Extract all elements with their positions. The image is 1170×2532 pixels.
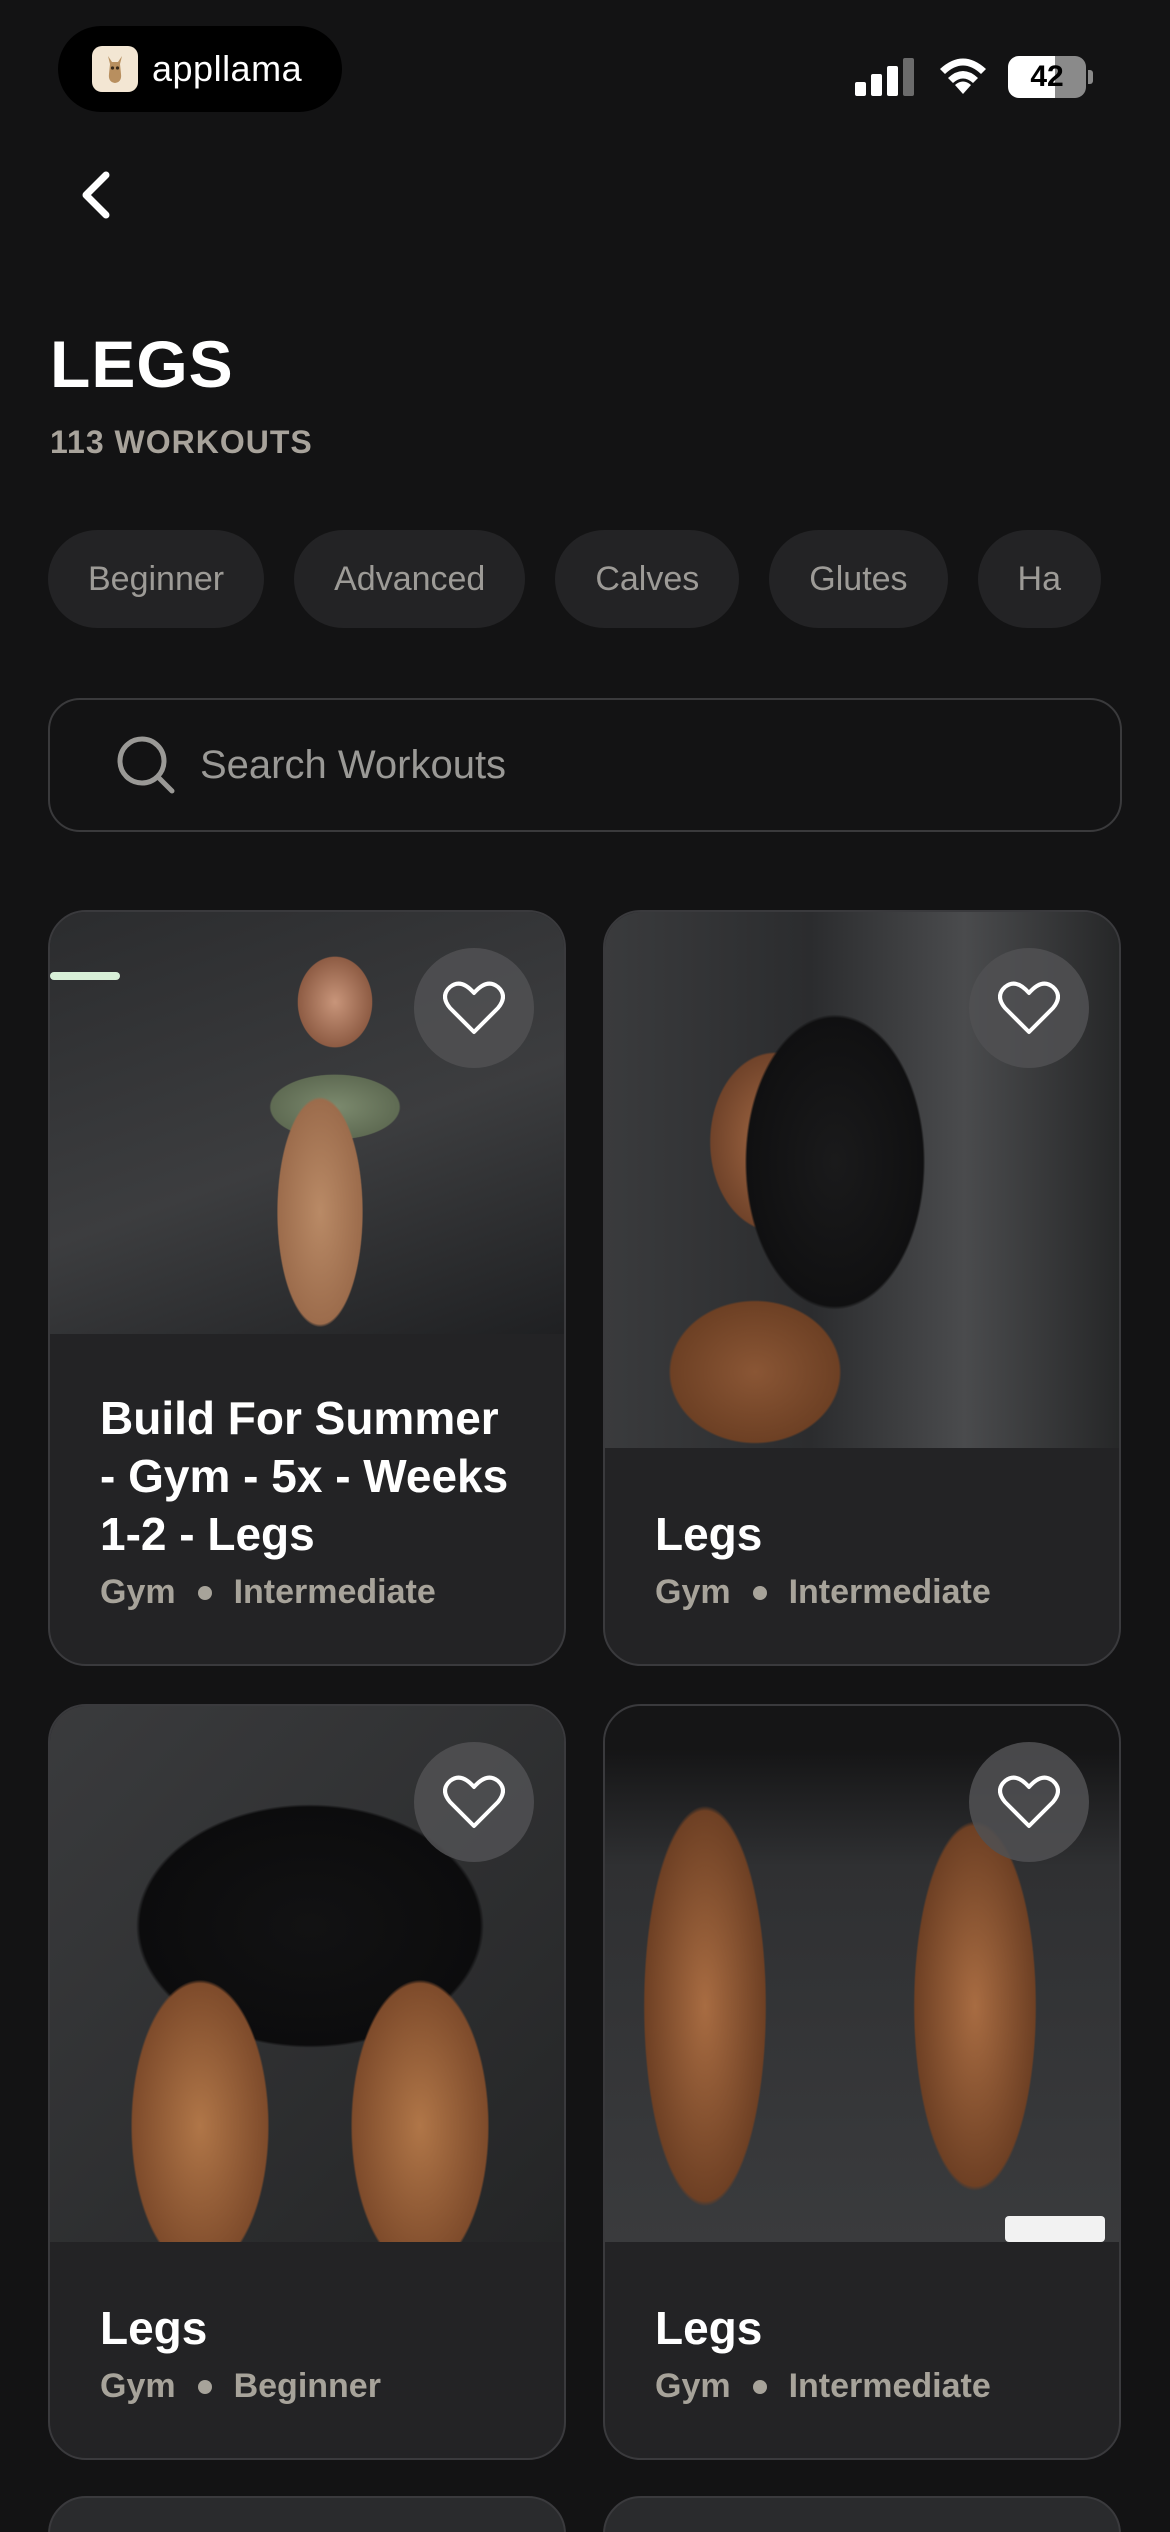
workout-title: Build For Summer - Gym - 5x - Weeks 1-2 … <box>100 1392 509 1560</box>
separator-dot <box>752 1585 767 1600</box>
favorite-button[interactable] <box>969 1742 1089 1862</box>
workout-location: Gym <box>655 2367 731 2405</box>
app-badge[interactable]: appllama <box>58 26 342 112</box>
battery-icon: 42 <box>1008 56 1094 98</box>
search-icon <box>117 736 175 794</box>
filter-chip-glutes[interactable]: Glutes <box>769 530 948 628</box>
battery-level: 42 <box>1008 56 1086 98</box>
separator-dot <box>752 2379 767 2394</box>
workout-level: Intermediate <box>788 1573 991 1611</box>
workout-location: Gym <box>100 2367 176 2405</box>
workout-level: Beginner <box>233 2367 381 2405</box>
page-title: LEGS <box>50 327 234 401</box>
search-input[interactable] <box>200 742 1000 788</box>
workout-title: Legs <box>655 2302 763 2354</box>
workout-card[interactable] <box>48 2496 566 2532</box>
workout-location: Gym <box>100 1573 176 1611</box>
workout-card[interactable]: Legs Gym Beginner <box>48 1704 566 2460</box>
filter-chip-calves[interactable]: Calves <box>555 530 740 628</box>
filter-chips: Beginner Advanced Calves Glutes Ha <box>48 530 1122 628</box>
favorite-button[interactable] <box>414 1742 534 1862</box>
workout-title: Legs <box>100 2302 208 2354</box>
filter-chip-advanced[interactable]: Advanced <box>294 530 526 628</box>
workout-card[interactable]: Build For Summer - Gym - 5x - Weeks 1-2 … <box>48 910 566 1666</box>
search-bar[interactable] <box>48 698 1122 832</box>
heart-icon <box>998 981 1060 1034</box>
heart-icon <box>443 1775 505 1828</box>
separator-dot <box>197 2379 212 2394</box>
heart-icon <box>998 1775 1060 1828</box>
filter-chip-beginner[interactable]: Beginner <box>48 530 265 628</box>
favorite-button[interactable] <box>969 948 1089 1068</box>
filter-chip-hamstrings[interactable]: Ha <box>977 530 1102 628</box>
appllama-logo-icon <box>92 46 138 92</box>
status-bar: appllama 42 <box>0 0 1170 130</box>
workout-level: Intermediate <box>233 1573 436 1611</box>
workout-title: Legs <box>655 1508 763 1560</box>
back-arrow-icon <box>82 171 110 219</box>
app-name: appllama <box>152 48 303 89</box>
separator-dot <box>197 1585 212 1600</box>
back-button[interactable] <box>68 160 124 230</box>
wifi-icon <box>936 54 990 96</box>
signal-icon <box>855 58 915 96</box>
workout-count: 113 WORKOUTS <box>50 424 313 460</box>
favorite-button[interactable] <box>414 948 534 1068</box>
workout-level: Intermediate <box>788 2367 991 2405</box>
workout-card[interactable] <box>603 2496 1121 2532</box>
workout-card[interactable]: Legs Gym Intermediate <box>603 1704 1121 2460</box>
workout-card[interactable]: Legs Gym Intermediate <box>603 910 1121 1666</box>
workout-location: Gym <box>655 1573 731 1611</box>
heart-icon <box>443 981 505 1034</box>
